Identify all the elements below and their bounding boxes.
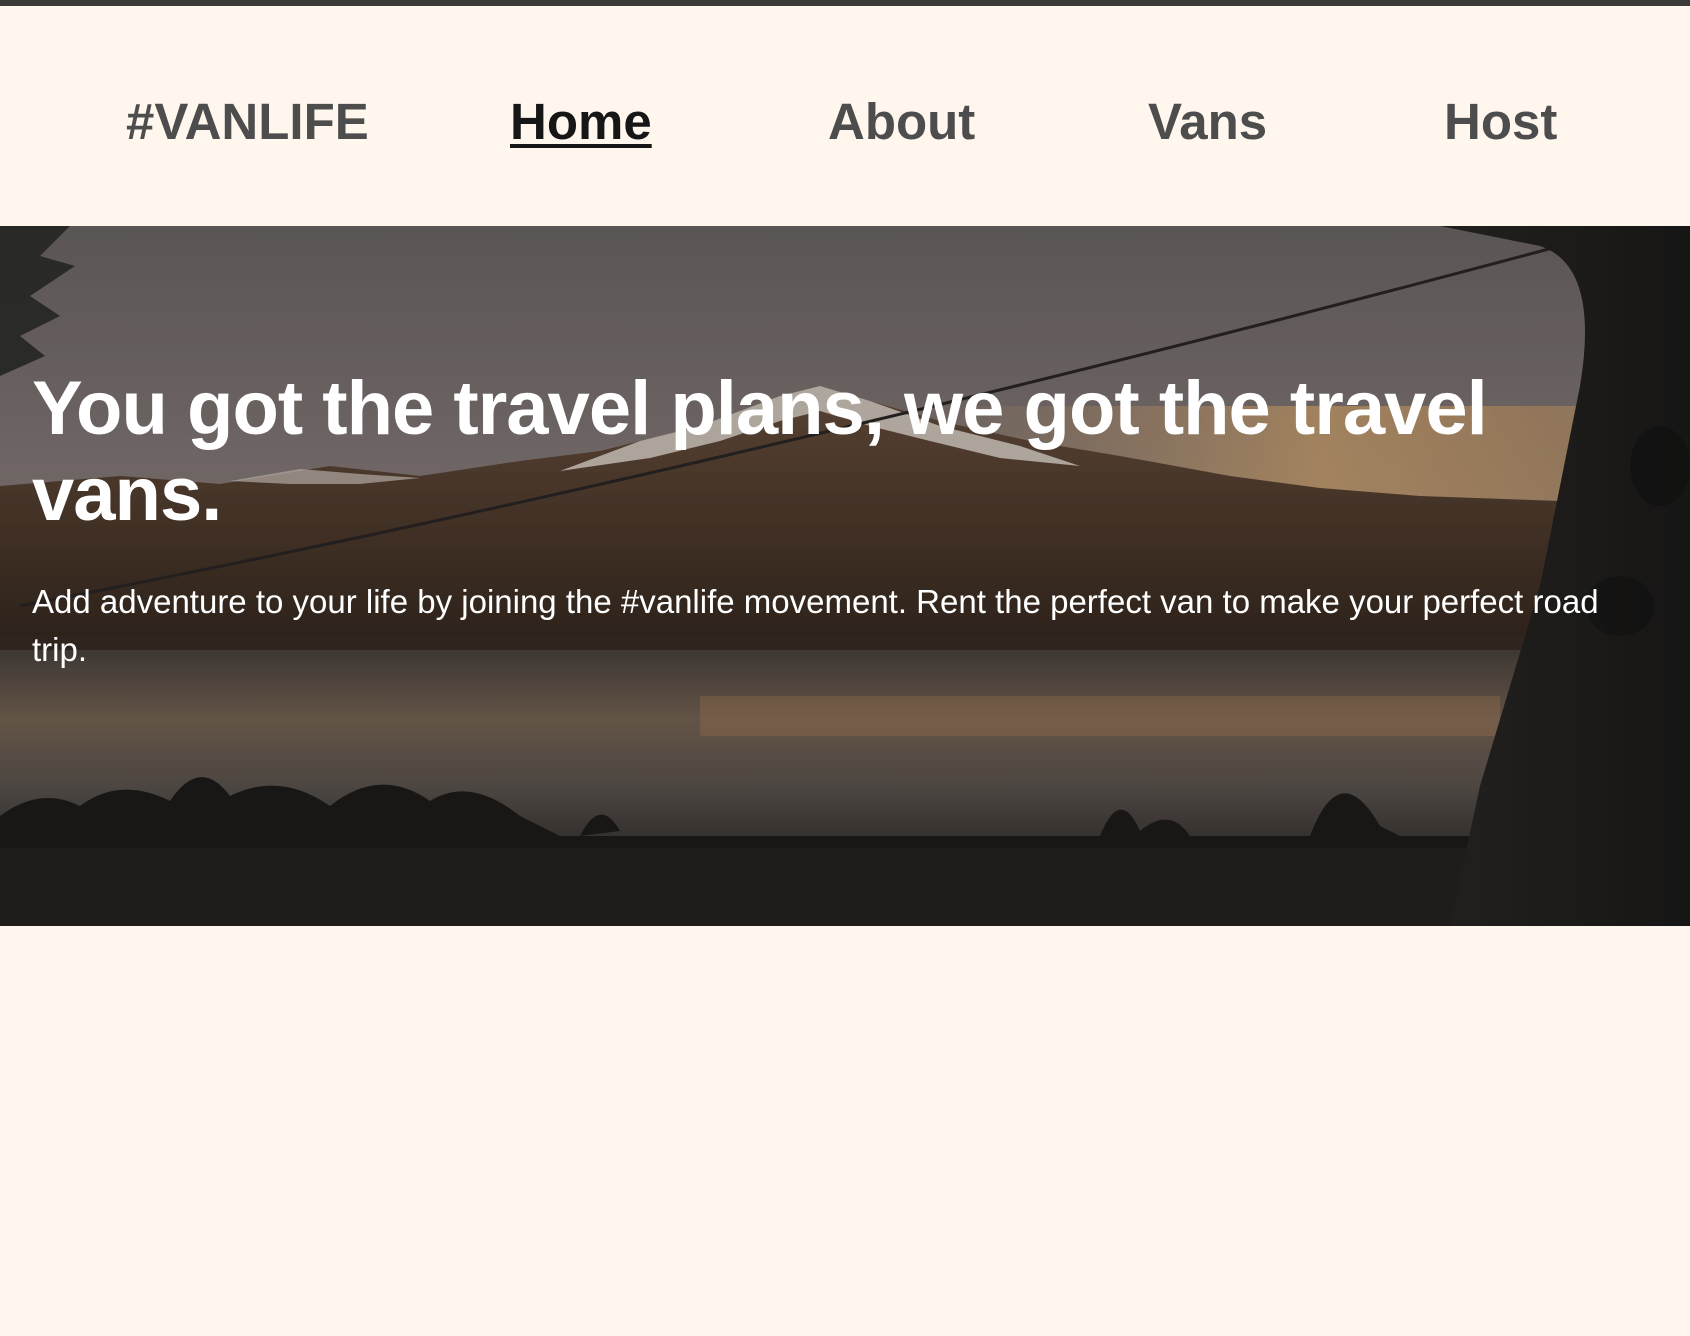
nav-link-home[interactable]: Home — [510, 90, 652, 154]
nav-link-vans[interactable]: Vans — [1148, 90, 1267, 154]
hero-overlay — [0, 226, 1690, 926]
hero-title: You got the travel plans, we got the tra… — [32, 366, 1488, 537]
brand-logo-link[interactable]: #VANLIFE — [126, 90, 369, 154]
hero-section: You got the travel plans, we got the tra… — [0, 226, 1690, 926]
page-empty-area — [0, 926, 1690, 1336]
navbar: #VANLIFE Home About Vans Host — [0, 6, 1690, 226]
nav-link-host[interactable]: Host — [1444, 90, 1557, 154]
nav-link-about[interactable]: About — [828, 90, 975, 154]
hero-subtitle: Add adventure to your life by joining th… — [32, 583, 1599, 668]
